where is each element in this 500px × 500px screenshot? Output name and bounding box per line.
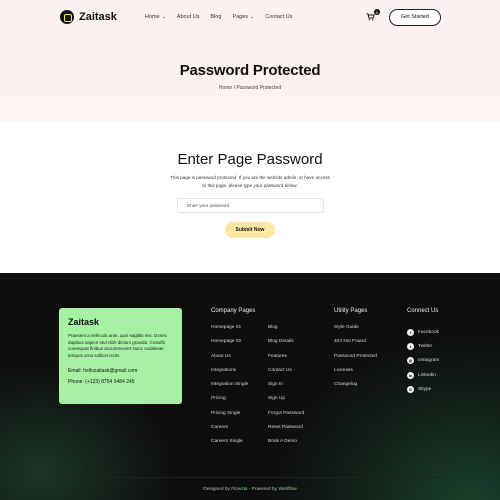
password-input[interactable]: Enter your password (177, 198, 324, 213)
social-label: Instagram (418, 358, 440, 364)
connect-us-heading: Connect Us (407, 308, 439, 314)
brand-logo[interactable]: Zaitask (60, 10, 117, 24)
nav-item-about[interactable]: About Us (177, 14, 200, 20)
company-pages-list-2: Blog Blog Details Features Contact Us Si… (268, 325, 304, 454)
footer-link[interactable]: Homepage 02 (211, 339, 248, 353)
cart-count-badge: 0 (373, 9, 380, 15)
footer-link[interactable]: Licenses (334, 368, 377, 382)
footer-link[interactable]: Integrations (211, 368, 248, 382)
footer-link[interactable]: Pricing Single (211, 411, 248, 425)
footer-link[interactable]: About Us (211, 354, 248, 368)
navbar: Zaitask Home ⌄ About Us Blog Pages ⌄ Conta… (60, 8, 441, 26)
social-label: Twitter (418, 343, 433, 349)
footer-link[interactable]: Integration Single (211, 382, 248, 396)
social-label: Facebook (418, 329, 440, 335)
social-link-linkedin[interactable]: in Linkedin (407, 368, 439, 382)
platform-link[interactable]: Webflow (278, 487, 296, 492)
password-form-title: Enter Page Password (177, 151, 323, 168)
social-link-skype[interactable]: S Skype (407, 382, 439, 396)
footer-link[interactable]: Careers (211, 425, 248, 439)
footer-email[interactable]: Email: hellozaitask@gmail.com (68, 368, 173, 374)
chevron-down-icon: ⌄ (161, 14, 166, 20)
nav-label: About Us (176, 14, 200, 20)
footer-link[interactable]: 404 Not Found (334, 339, 377, 353)
page-title: Password Protected (179, 62, 321, 79)
footer-link[interactable]: Password Protected (334, 354, 377, 368)
social-label: Linkedin (418, 372, 436, 378)
nav-item-pages[interactable]: Pages ⌄ (232, 14, 254, 20)
nav-label: Blog (210, 14, 222, 20)
main-menu: Home ⌄ About Us Blog Pages ⌄ Contact Us (145, 14, 293, 20)
skype-icon: S (407, 385, 414, 393)
logo-mark-icon (60, 10, 74, 24)
hero-section: Zaitask Home ⌄ About Us Blog Pages ⌄ Conta… (0, 0, 500, 122)
designer-link[interactable]: Flowzai (231, 487, 247, 492)
footer-link[interactable]: Changelog (334, 382, 377, 396)
footer-link[interactable]: Style Guide (334, 325, 377, 339)
nav-label: Pages (232, 14, 249, 20)
footer-link[interactable]: Careers Single (211, 439, 248, 453)
copyright: Designed by Flowzai - Powered by Webflow (0, 487, 500, 492)
submit-button[interactable]: Submit Now (225, 222, 275, 238)
get-started-button[interactable]: Get Started (388, 8, 441, 26)
footer-brand-description: Praesent a vehicula ante, quis sagittis … (68, 333, 168, 358)
breadcrumb: Home / Password Protected (218, 85, 282, 91)
footer-link[interactable]: Book A Demo (268, 439, 304, 453)
footer-link[interactable]: Contact Us (268, 368, 304, 382)
footer-link[interactable]: Forgot Password (268, 411, 304, 425)
nav-label: Contact Us (265, 14, 293, 20)
twitter-icon: t (407, 342, 414, 350)
footer-link[interactable]: Blog (268, 325, 304, 339)
nav-item-contact[interactable]: Contact Us (265, 14, 292, 20)
social-link-facebook[interactable]: f Facebook (407, 325, 439, 339)
footer-link[interactable]: Blog Details (268, 339, 304, 353)
linkedin-icon: in (407, 371, 414, 379)
social-link-twitter[interactable]: t Twitter (407, 339, 439, 353)
company-pages-list-1: Homepage 01 Homepage 02 About Us Integra… (211, 325, 248, 454)
footer-link[interactable]: Reset Password (268, 425, 304, 439)
footer-brand-name: Zaitask (68, 317, 100, 327)
footer-brand-card: Zaitask Praesent a vehicula ante, quis s… (59, 308, 182, 404)
footer-link[interactable]: Pricing (211, 396, 248, 410)
footer: Zaitask Praesent a vehicula ante, quis s… (0, 273, 500, 500)
utility-pages-heading: Utility Pages (334, 308, 368, 314)
copyright-mid: - Powered by (247, 487, 279, 492)
nav-item-home[interactable]: Home ⌄ (145, 14, 166, 20)
utility-pages-list: Style Guide 404 Not Found Password Prote… (334, 325, 377, 396)
footer-link[interactable]: Sign Up (268, 396, 304, 410)
social-label: Skype (418, 386, 432, 392)
footer-link[interactable]: Features (268, 354, 304, 368)
footer-phone[interactable]: Phone: (+123) 8754 5484 245 (68, 379, 173, 385)
password-form-description: This page is password protected. If you … (170, 175, 330, 188)
social-link-instagram[interactable]: ◎ Instagram (407, 354, 439, 368)
footer-link[interactable]: Homepage 01 (211, 325, 248, 339)
social-links-list: f Facebook t Twitter ◎ Instagram in Linkedin… (407, 325, 439, 396)
footer-link[interactable]: Sign In (268, 382, 304, 396)
brand-name: Zaitask (79, 11, 117, 23)
cart-button[interactable]: 0 (365, 9, 380, 23)
footer-divider (59, 477, 439, 478)
chevron-down-icon: ⌄ (250, 14, 255, 20)
nav-label: Home (144, 14, 160, 20)
instagram-icon: ◎ (407, 357, 414, 365)
company-pages-heading: Company Pages (211, 308, 256, 314)
nav-item-blog[interactable]: Blog (210, 14, 221, 20)
copyright-prefix: Designed by (203, 487, 232, 492)
facebook-icon: f (407, 328, 414, 336)
